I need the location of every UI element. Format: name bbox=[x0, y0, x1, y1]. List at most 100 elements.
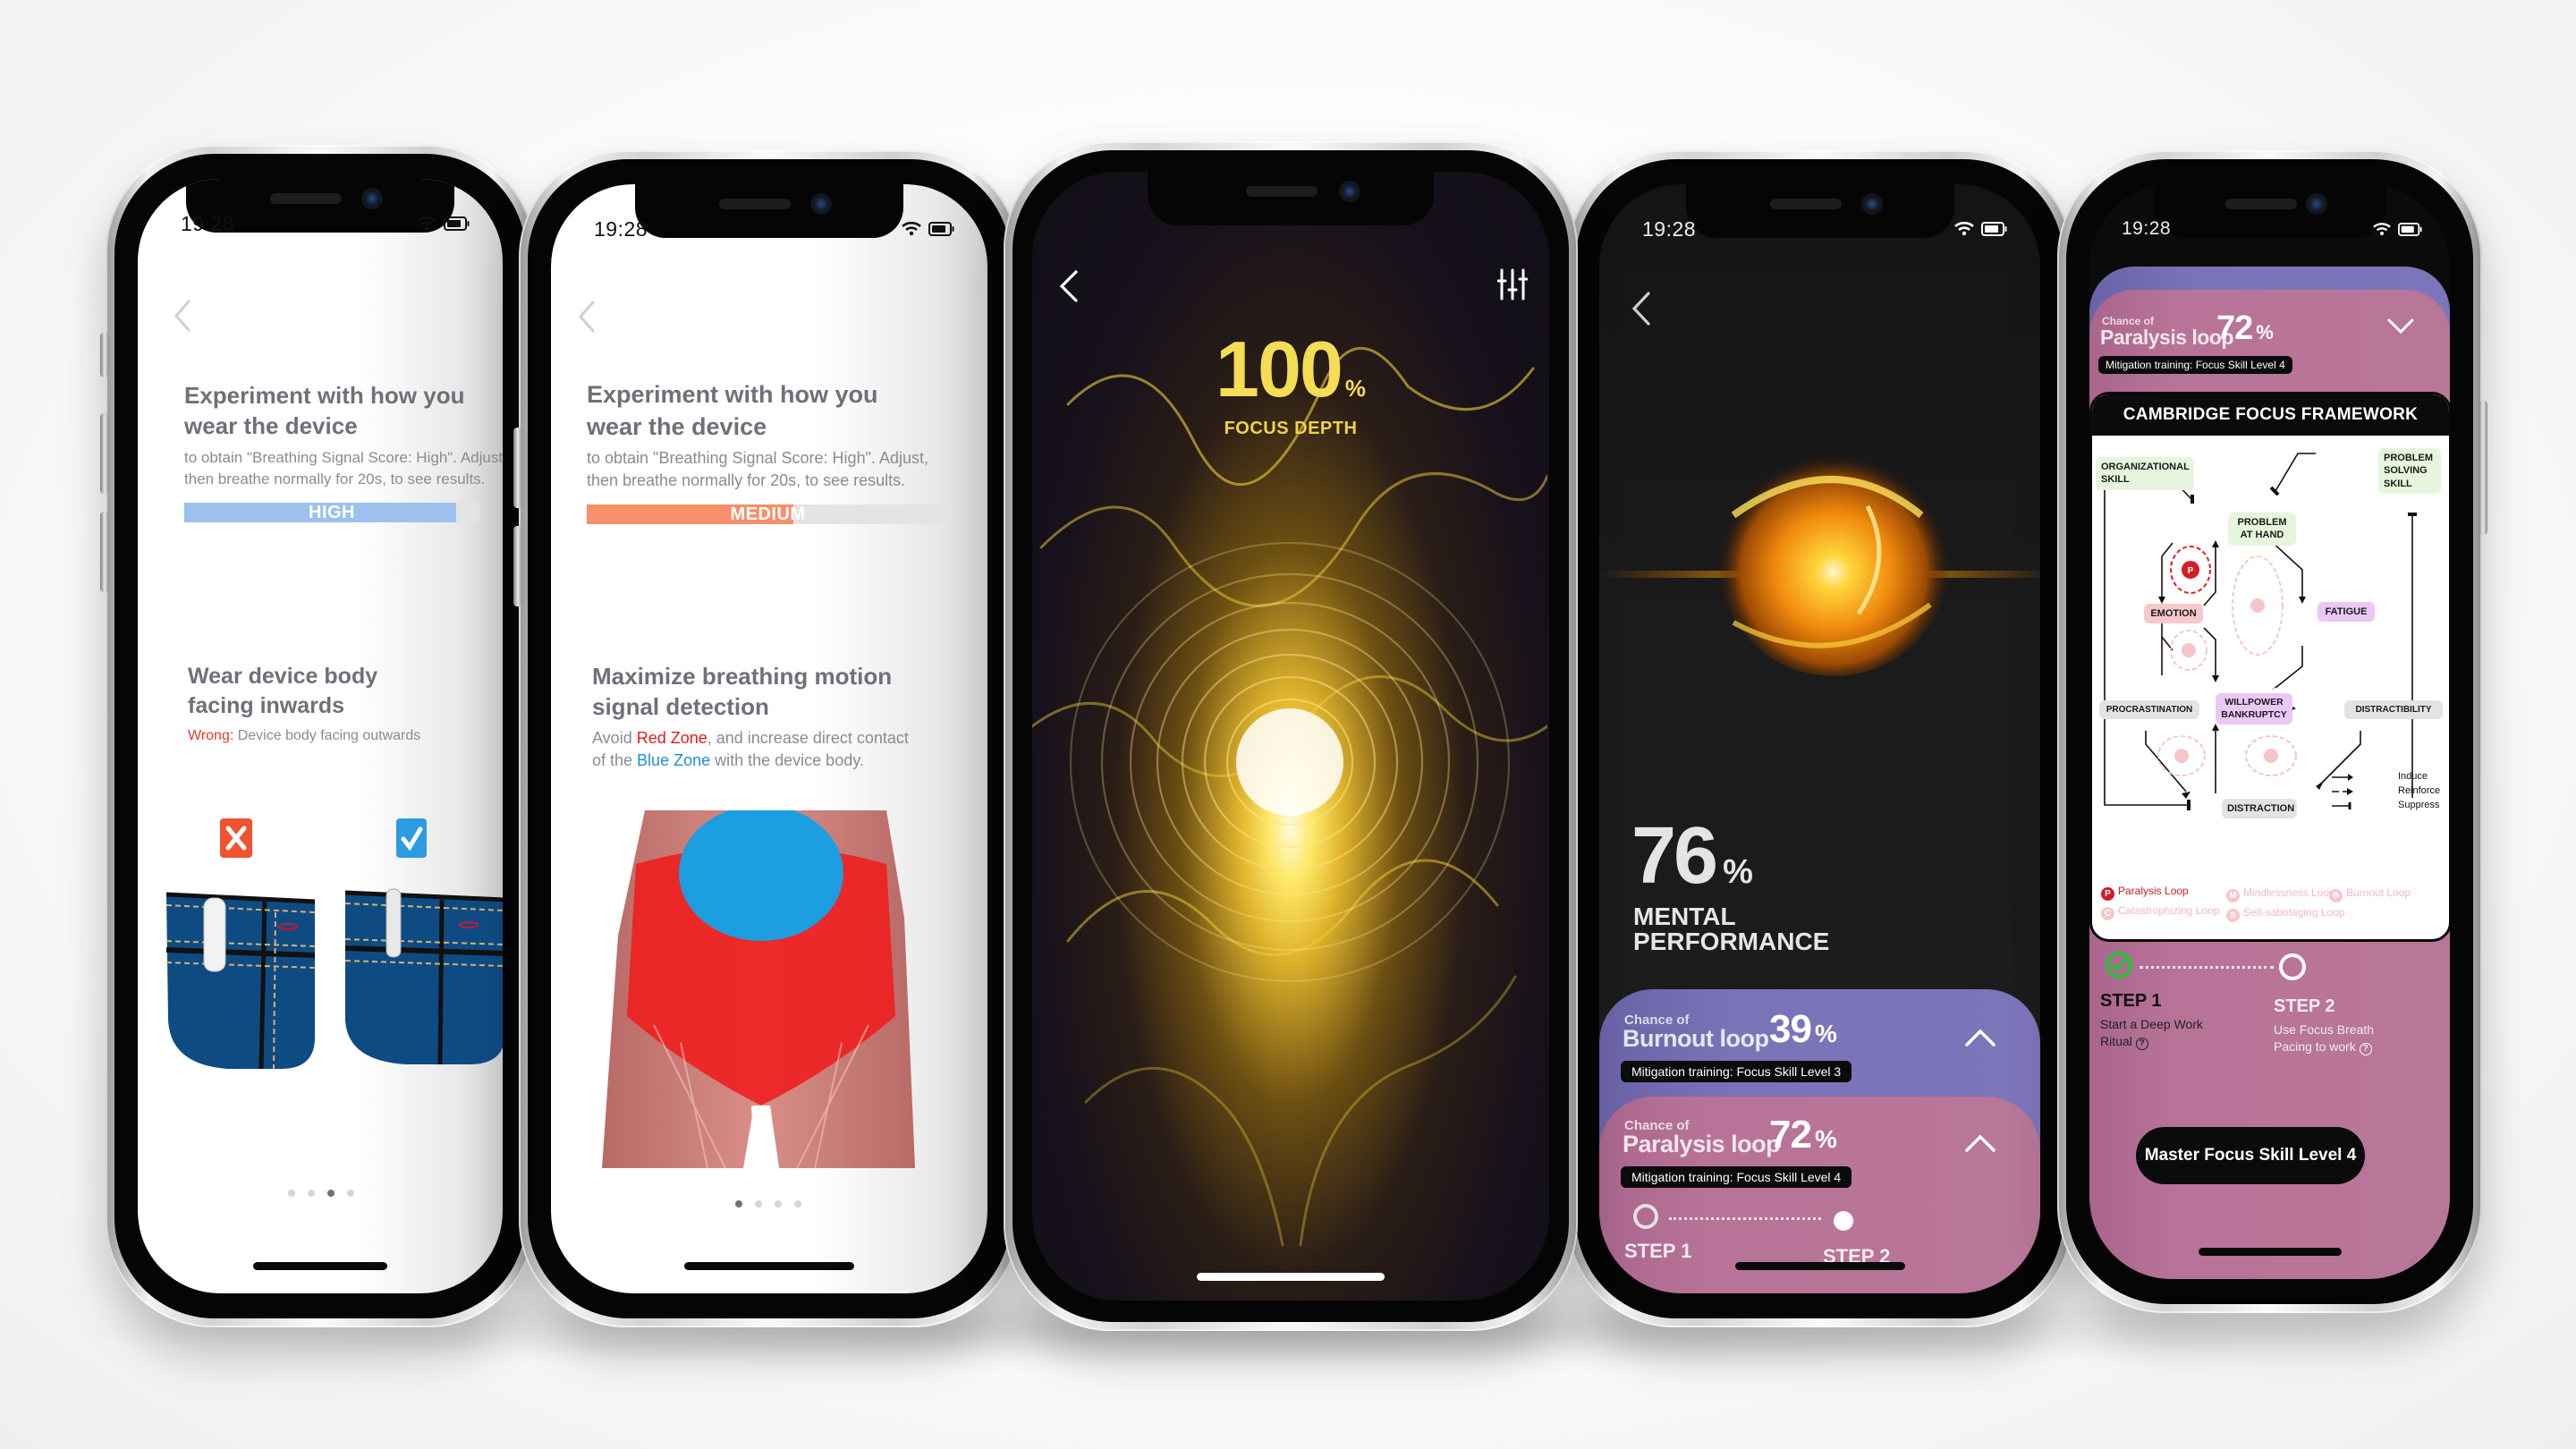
master-focus-skill-button[interactable]: Master Focus Skill Level 4 bbox=[2136, 1127, 2365, 1184]
loop-badge-icon: P bbox=[2101, 887, 2114, 901]
section-title: Experiment with how you wear the device bbox=[587, 381, 878, 440]
section-subtitle: to obtain "Breathing Signal Score: High"… bbox=[184, 449, 503, 487]
loop-legend-label: Paralysis Loop bbox=[2118, 885, 2189, 897]
framework-connectors: P bbox=[2104, 453, 2417, 810]
page-dot[interactable] bbox=[347, 1190, 354, 1197]
card-loop-name: Paralysis loop bbox=[1623, 1131, 1781, 1157]
performance-orb-visual bbox=[1599, 408, 2040, 712]
page-dot[interactable] bbox=[775, 1200, 782, 1208]
check-mark-icon bbox=[396, 818, 427, 858]
back-chevron-icon[interactable] bbox=[578, 301, 596, 337]
chevron-up-icon[interactable] bbox=[1965, 1134, 1996, 1157]
mental-performance-value: 76% bbox=[1631, 811, 1753, 901]
home-indicator[interactable] bbox=[1734, 1262, 1905, 1270]
volume-up-button bbox=[100, 413, 109, 494]
back-chevron-icon[interactable] bbox=[1059, 270, 1079, 307]
orientation-hint: Wrong: Device body facing outwards bbox=[188, 728, 421, 743]
cambridge-focus-framework-diagram: CAMBRIDGE FOCUS FRAMEWORK P ORGANIZATION… bbox=[2089, 392, 2450, 942]
phone-1: 19:28 Experiment with how you wear the de… bbox=[100, 145, 535, 1327]
volume-up-button bbox=[513, 428, 522, 508]
screen-focus-depth: 100% FOCUS DEPTH bbox=[1032, 172, 1549, 1301]
help-icon[interactable]: ? bbox=[2359, 1042, 2372, 1055]
status-time: 19:28 bbox=[181, 211, 235, 235]
loop-badge-icon: S bbox=[2226, 909, 2240, 922]
battery-icon bbox=[1981, 222, 2008, 236]
power-button bbox=[2479, 401, 2487, 535]
home-indicator[interactable] bbox=[2198, 1248, 2342, 1256]
bezel: 19:28 Experiment with how you wear the de… bbox=[114, 154, 526, 1318]
loop-legend-label: Catastrophizing Loop bbox=[2118, 904, 2220, 917]
camera-icon bbox=[1339, 181, 1360, 202]
battery-icon bbox=[2398, 222, 2423, 236]
page-dot[interactable] bbox=[755, 1200, 762, 1208]
loop-legend-label: Self-sabotaging Loop bbox=[2243, 906, 2345, 919]
node-procrastination: PROCRASTINATION bbox=[2099, 700, 2199, 719]
chevron-down-icon[interactable] bbox=[2387, 318, 2414, 339]
bezel: 19:28 76 % MENTAL PERFORMANCE Chance of … bbox=[1576, 159, 2063, 1318]
card-loop-percent: 72% bbox=[2216, 309, 2274, 347]
signal-score-label: HIGH bbox=[309, 503, 355, 522]
section-subtitle: to obtain "Breathing Signal Score: High"… bbox=[587, 449, 929, 490]
anatomy-zones-illustration bbox=[600, 805, 922, 1169]
loop-legend-item: P Paralysis Loop bbox=[2101, 885, 2189, 901]
mental-performance-label: MENTAL PERFORMANCE bbox=[1633, 902, 1830, 955]
wifi-icon bbox=[417, 216, 436, 231]
step-2-indicator-icon[interactable] bbox=[1834, 1211, 1853, 1231]
chevron-up-icon[interactable] bbox=[1965, 1029, 1996, 1051]
orientation-title: Wear device body facing inwards bbox=[188, 664, 378, 718]
zones-title: Maximize breathing motion signal detectio… bbox=[592, 663, 893, 721]
bezel: 19:28 Experiment with how you wear the de… bbox=[528, 159, 1011, 1318]
signal-score-bar: MEDIUM bbox=[587, 504, 949, 524]
page-dot[interactable] bbox=[288, 1190, 295, 1197]
framework-title: CAMBRIDGE FOCUS FRAMEWORK bbox=[2092, 394, 2449, 436]
back-chevron-icon[interactable] bbox=[174, 300, 191, 336]
phone-2: 19:28 Experiment with how you wear the de… bbox=[513, 150, 1020, 1327]
section-title: Experiment with how you wear the device bbox=[184, 382, 465, 440]
back-chevron-icon[interactable] bbox=[1631, 292, 1651, 330]
node-distraction: DISTRACTION bbox=[2222, 799, 2297, 819]
phone-3: 100% FOCUS DEPTH bbox=[1004, 141, 1578, 1331]
home-indicator[interactable] bbox=[684, 1262, 854, 1270]
page-dot[interactable] bbox=[327, 1190, 335, 1197]
loop-legend-label: Mindlessness Loop bbox=[2243, 886, 2335, 899]
status-time: 19:28 bbox=[594, 216, 648, 241]
legend-induce: Induce bbox=[2398, 771, 2428, 782]
wifi-icon bbox=[902, 222, 921, 236]
battery-icon bbox=[444, 216, 470, 231]
volume-down-button bbox=[513, 526, 522, 606]
legend-reinforce: Reinforce bbox=[2398, 785, 2441, 796]
step-1-indicator-icon[interactable] bbox=[1633, 1204, 1658, 1229]
page-dot[interactable] bbox=[794, 1200, 801, 1208]
screen-wear-orientation: 19:28 Experiment with how you wear the de… bbox=[138, 179, 503, 1293]
loop-legend-item: B Burnout Loop bbox=[2329, 886, 2411, 902]
signal-score-bar: HIGH bbox=[184, 503, 479, 522]
status-bar: 19:28 bbox=[138, 206, 503, 242]
loop-legend-item: S Self-sabotaging Loop bbox=[2226, 906, 2344, 922]
node-emotion: EMOTION bbox=[2144, 604, 2203, 624]
legend-suppress: Suppress bbox=[2398, 800, 2440, 810]
jeans-wrong-illustration bbox=[165, 886, 317, 1073]
mitigation-badge: Mitigation training: Focus Skill Level 4 bbox=[1621, 1166, 1852, 1188]
page-dot[interactable] bbox=[735, 1200, 742, 1208]
x-mark-icon bbox=[220, 818, 252, 858]
node-fatigue: FATIGUE bbox=[2318, 602, 2375, 623]
card-loop-name: Burnout loop bbox=[1623, 1025, 1769, 1052]
home-indicator[interactable] bbox=[1197, 1273, 1385, 1281]
node-problem-at-hand: PROBLEM AT HAND bbox=[2228, 513, 2296, 546]
volume-down-button bbox=[100, 512, 109, 592]
step-connector bbox=[2140, 966, 2274, 969]
step-connector bbox=[1669, 1217, 1821, 1220]
phone-5: 19:28 Chance of Paralysis loop 72% Mitig… bbox=[2057, 150, 2487, 1313]
page-dot[interactable] bbox=[308, 1190, 315, 1197]
signal-score-label: MEDIUM bbox=[730, 504, 806, 524]
step-2-pending-icon[interactable] bbox=[2279, 953, 2306, 980]
step-1-done-icon[interactable] bbox=[2106, 952, 2132, 979]
loop-legend-item: C Catastrophizing Loop bbox=[2101, 904, 2219, 920]
focus-depth-label: FOCUS DEPTH bbox=[1224, 419, 1358, 438]
sliders-icon[interactable] bbox=[1496, 268, 1529, 305]
status-time: 19:28 bbox=[1642, 216, 1697, 241]
help-icon[interactable]: ? bbox=[2135, 1037, 2148, 1050]
phone-4: 19:28 76 % MENTAL PERFORMANCE Chance of … bbox=[1567, 150, 2072, 1327]
home-indicator[interactable] bbox=[253, 1262, 387, 1270]
status-bar: 19:28 bbox=[1599, 211, 2040, 247]
